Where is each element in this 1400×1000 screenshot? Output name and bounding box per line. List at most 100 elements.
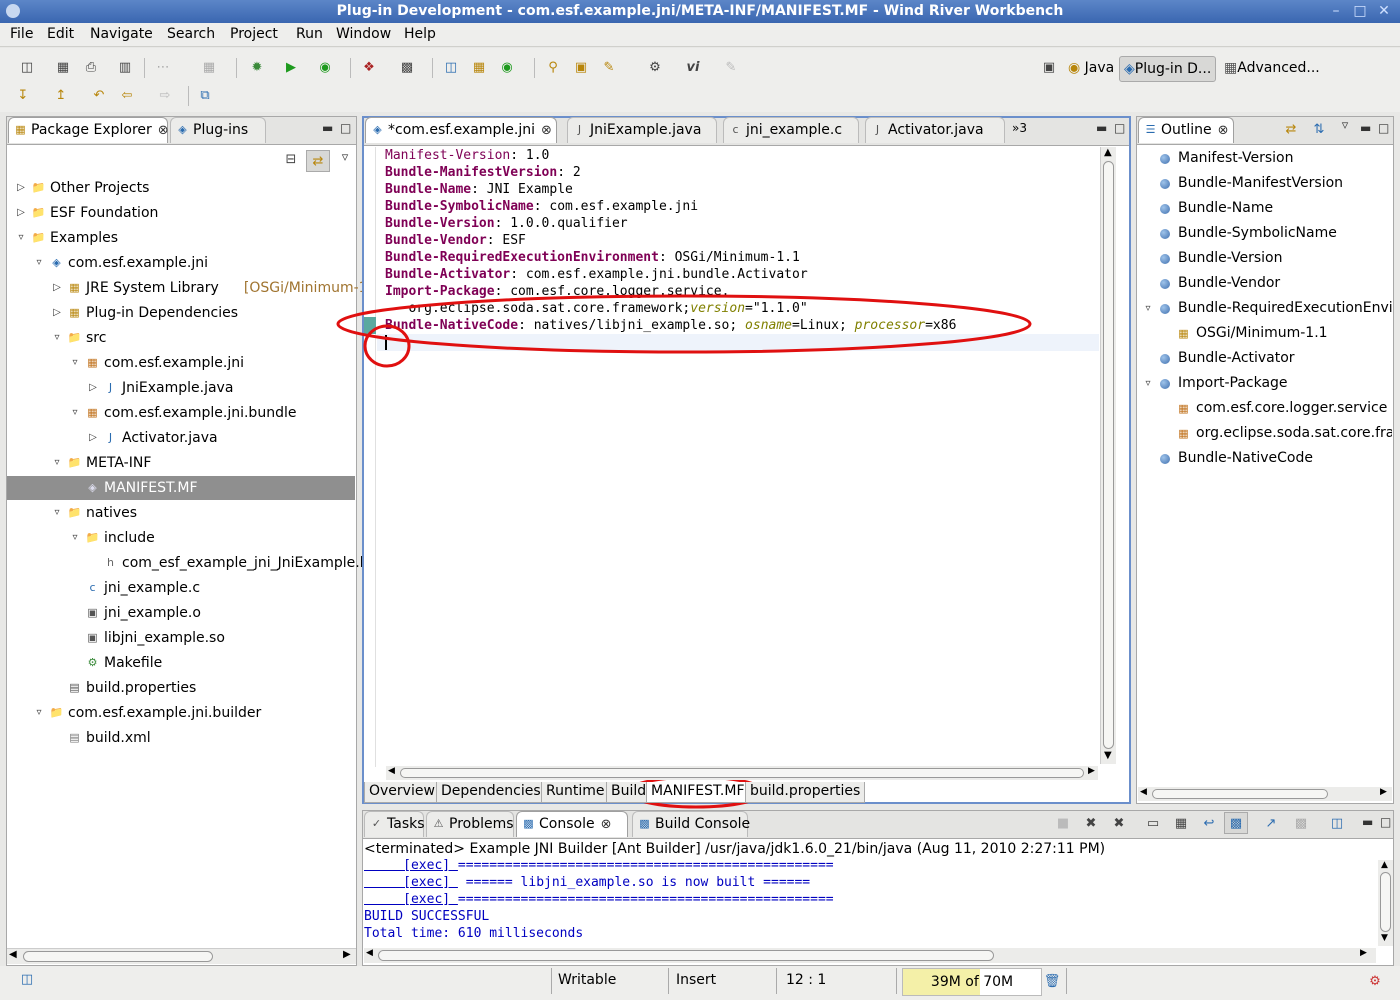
scroll-down-icon[interactable]: ▼ bbox=[1381, 933, 1388, 943]
manifest-header-icon bbox=[1160, 279, 1170, 289]
minimize-outline-icon[interactable]: ▬ bbox=[1360, 121, 1371, 135]
clear-console-icon[interactable]: ▭ bbox=[1144, 816, 1162, 832]
maximize-outline-icon[interactable]: □ bbox=[1378, 121, 1389, 135]
status-insert-mode: Insert bbox=[676, 972, 717, 988]
console-header: <terminated> Example JNI Builder [Ant Bu… bbox=[364, 841, 1106, 857]
terminate-icon[interactable]: ■ bbox=[1054, 816, 1072, 832]
outline-item[interactable]: ▦ org.eclipse.soda.sat.core.framework bbox=[1138, 421, 1392, 446]
outline-item[interactable]: Bundle-Vendor bbox=[1138, 271, 1392, 296]
console-line-prefix: [exec] bbox=[364, 875, 458, 890]
cursor-highlight-ellipse bbox=[363, 324, 411, 368]
outline-item-label: Bundle-Activator bbox=[1178, 350, 1295, 366]
outline-item-label: Import-Package bbox=[1178, 375, 1288, 391]
word-wrap-icon[interactable]: ↩ bbox=[1200, 816, 1218, 832]
manifest-header-icon bbox=[1160, 354, 1170, 364]
scroll-thumb[interactable] bbox=[1152, 789, 1328, 799]
sort-icon[interactable]: ⇅ bbox=[1310, 122, 1328, 138]
console-icon: ▩ bbox=[523, 817, 534, 830]
console-line: Total time: 610 milliseconds bbox=[364, 925, 583, 942]
editor-tab-build-properties[interactable]: build.properties bbox=[745, 782, 866, 803]
outline-icon: ☰ bbox=[1145, 123, 1156, 136]
outline-item[interactable]: Bundle-ManifestVersion bbox=[1138, 171, 1392, 196]
scroll-lock-icon[interactable]: ▦ bbox=[1172, 816, 1190, 832]
tab-outline[interactable]: ☰ Outline ⊗ bbox=[1138, 117, 1234, 143]
tasks-icon: ✓ bbox=[371, 817, 382, 830]
manifest-header-icon bbox=[1160, 304, 1170, 314]
heap-usage-text: 39M of 70M bbox=[930, 974, 1014, 990]
outline-item[interactable]: Bundle-Version bbox=[1138, 246, 1392, 271]
scroll-left-icon[interactable]: ◀ bbox=[366, 948, 373, 958]
editor-tab-manifest-mf[interactable]: MANIFEST.MF bbox=[646, 782, 750, 803]
outline-item-label: Bundle-Version bbox=[1178, 250, 1283, 266]
editor-tab-dependencies[interactable]: Dependencies bbox=[436, 782, 546, 803]
scroll-right-icon[interactable]: ▶ bbox=[1088, 766, 1095, 776]
outline-item-label: org.eclipse.soda.sat.core.framework bbox=[1196, 425, 1392, 441]
editor-vscroll[interactable]: ▲ ▼ bbox=[1100, 147, 1116, 764]
outline-item[interactable]: ▦ OSGi/Minimum-1.1 bbox=[1138, 321, 1392, 346]
console-hscroll[interactable]: ◀ ▶ bbox=[364, 948, 1376, 963]
expand-arrow-open-icon[interactable]: ▿ bbox=[1142, 296, 1154, 321]
remove-launch-icon[interactable]: ✖ bbox=[1082, 816, 1100, 832]
package-icon: ▦ bbox=[1178, 402, 1189, 415]
outline-item-label: Bundle-NativeCode bbox=[1178, 450, 1313, 466]
close-tab-icon[interactable]: ⊗ bbox=[1218, 123, 1229, 138]
console-line: [exec] =================================… bbox=[364, 891, 833, 908]
outline-item[interactable]: ▦ com.esf.core.logger.service bbox=[1138, 396, 1392, 421]
status-cursor-position: 12 : 1 bbox=[786, 972, 827, 988]
console-line-text: ========================================… bbox=[457, 858, 834, 873]
maximize-console-icon[interactable]: □ bbox=[1380, 815, 1391, 829]
manifest-header-icon bbox=[1160, 229, 1170, 239]
heap-status[interactable]: 39M of 70M bbox=[902, 968, 1042, 996]
link-with-editor-icon[interactable]: ⇄ bbox=[1282, 122, 1300, 138]
pin-console-icon[interactable]: ▩ bbox=[1224, 812, 1248, 834]
open-console-icon[interactable]: ▩ bbox=[1292, 816, 1310, 832]
tab-problems[interactable]: ⚠ Problems bbox=[426, 811, 514, 837]
outline-item[interactable]: Bundle-SymbolicName bbox=[1138, 221, 1392, 246]
expand-arrow-open-icon[interactable]: ▿ bbox=[1142, 371, 1154, 396]
scroll-thumb[interactable] bbox=[378, 950, 994, 961]
outline-item[interactable]: Bundle-NativeCode bbox=[1138, 446, 1392, 471]
tab-build-console[interactable]: ▩ Build Console bbox=[632, 811, 750, 837]
view-menu-icon[interactable]: ▿ bbox=[1336, 118, 1354, 134]
minimize-console-icon[interactable]: ▬ bbox=[1362, 815, 1373, 829]
editor-tab-runtime[interactable]: Runtime bbox=[541, 782, 610, 803]
outline-item[interactable]: Manifest-Version bbox=[1138, 146, 1392, 171]
manifest-header-icon bbox=[1160, 254, 1170, 264]
close-tab-icon[interactable]: ⊗ bbox=[601, 817, 612, 832]
outline-item[interactable]: Bundle-Activator bbox=[1138, 346, 1392, 371]
scroll-left-icon[interactable]: ◀ bbox=[1140, 787, 1147, 797]
tab-console[interactable]: ▩ Console ⊗ bbox=[516, 811, 628, 837]
outline-item[interactable]: ▿ Import-Package bbox=[1138, 371, 1392, 396]
scroll-thumb[interactable] bbox=[1380, 872, 1391, 932]
scroll-thumb[interactable] bbox=[1103, 161, 1114, 749]
scroll-up-icon[interactable]: ▲ bbox=[1381, 860, 1388, 870]
scroll-thumb[interactable] bbox=[400, 768, 1084, 778]
fast-view-icon[interactable]: ◫ bbox=[18, 972, 36, 988]
outline-hscroll[interactable]: ◀ ▶ bbox=[1138, 787, 1392, 801]
scroll-right-icon[interactable]: ▶ bbox=[1360, 948, 1367, 958]
tab-tasks[interactable]: ✓ Tasks bbox=[364, 811, 425, 837]
console-line: [exec] =================================… bbox=[364, 857, 834, 874]
editor-hscroll[interactable]: ◀ ▶ bbox=[386, 766, 1098, 780]
scroll-up-icon[interactable]: ▲ bbox=[1104, 147, 1112, 158]
editor-tab-overview[interactable]: Overview bbox=[364, 782, 440, 803]
console-line: [exec] ====== libjni_example.so is now b… bbox=[364, 874, 810, 891]
package-icon: ▦ bbox=[1178, 427, 1189, 440]
editor-tab-build[interactable]: Build bbox=[606, 782, 652, 803]
outline-item[interactable]: Bundle-Name bbox=[1138, 196, 1392, 221]
remove-all-launches-icon[interactable]: ✖ bbox=[1110, 816, 1128, 832]
progress-icon[interactable]: ⚙ bbox=[1366, 974, 1384, 990]
console-line-text: BUILD SUCCESSFUL bbox=[364, 909, 490, 924]
library-icon: ▦ bbox=[1178, 327, 1189, 340]
scroll-down-icon[interactable]: ▼ bbox=[1104, 750, 1112, 761]
outline-item[interactable]: ▿ Bundle-RequiredExecutionEnvironment bbox=[1138, 296, 1392, 321]
manifest-header-icon bbox=[1160, 154, 1170, 164]
scroll-right-icon[interactable]: ▶ bbox=[1380, 787, 1387, 797]
display-console-icon[interactable]: ↗ bbox=[1262, 816, 1280, 832]
scroll-left-icon[interactable]: ◀ bbox=[388, 766, 395, 776]
new-console-icon[interactable]: ◫ bbox=[1328, 816, 1346, 832]
console-vscroll[interactable]: ▲ ▼ bbox=[1378, 860, 1393, 946]
garbage-collect-icon[interactable]: 🗑 bbox=[1043, 974, 1061, 990]
outline-item-label: Manifest-Version bbox=[1178, 150, 1294, 166]
manifest-header-icon bbox=[1160, 179, 1170, 189]
